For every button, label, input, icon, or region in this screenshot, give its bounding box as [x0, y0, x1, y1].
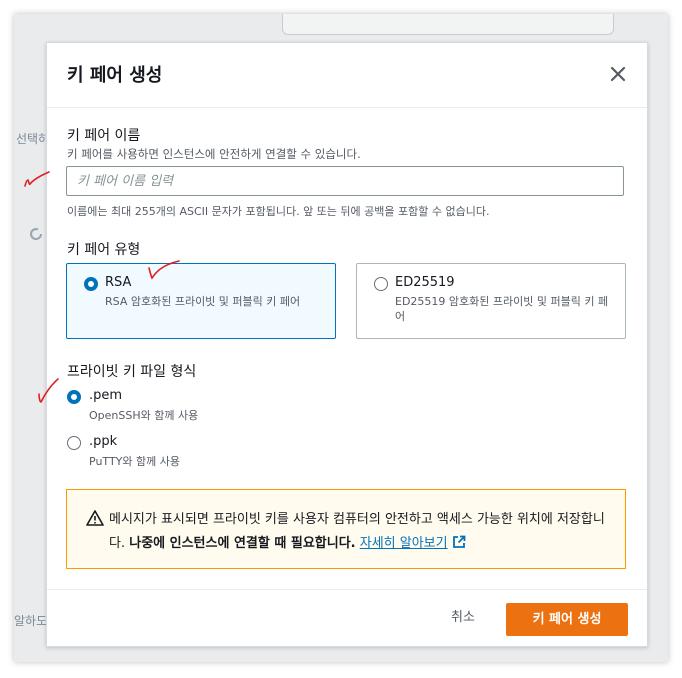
private-key-format-label: 프라이빗 키 파일 형식	[67, 364, 197, 380]
ed25519-option-description: ED25519 암호화된 프라이빗 및 퍼블릭 키 페어	[395, 295, 609, 323]
dialog-footer: 취소 키 페어 생성	[47, 589, 647, 647]
key-pair-name-input[interactable]	[66, 166, 624, 196]
warning-icon	[86, 510, 104, 526]
ppk-radio[interactable]	[67, 436, 81, 450]
key-pair-type-label: 키 페어 유형	[67, 242, 141, 258]
cancel-button[interactable]: 취소	[435, 602, 491, 634]
key-pair-name-description: 키 페어를 사용하면 인스턴스에 안전하게 연결할 수 있습니다.	[67, 147, 361, 161]
dialog-header: 키 페어 생성	[47, 43, 647, 108]
create-key-pair-button[interactable]: 키 페어 생성	[506, 603, 628, 636]
background-text: 선택하	[16, 132, 50, 146]
refresh-icon	[30, 228, 43, 241]
ed25519-radio[interactable]	[374, 277, 388, 291]
rsa-radio[interactable]	[84, 277, 98, 291]
alert-message: 메시지가 표시되면 프라이빗 키를 사용자 컴퓨터의 안전하고 액세스 가능한 …	[109, 508, 609, 556]
warning-alert: 메시지가 표시되면 프라이빗 키를 사용자 컴퓨터의 안전하고 액세스 가능한 …	[66, 489, 626, 569]
close-button[interactable]	[607, 63, 629, 85]
learn-more-link[interactable]: 자세히 알아보기	[360, 536, 448, 551]
background-text: 알하도	[14, 614, 48, 628]
annotation-check-mark	[24, 171, 50, 187]
annotation-check-mark	[148, 260, 180, 280]
ppk-option-description: PuTTY와 함께 사용	[89, 455, 180, 468]
rsa-option-description: RSA 암호화된 프라이빗 및 퍼블릭 키 페어	[105, 295, 301, 308]
create-key-pair-dialog: 키 페어 생성 키 페어 이름 키 페어를 사용하면 인스턴스에 안전하게 연결…	[46, 42, 648, 647]
learn-more-label: 자세히 알아보기	[359, 536, 448, 551]
ed25519-option-title: ED25519	[395, 275, 455, 290]
rsa-option-title: RSA	[105, 275, 132, 290]
pem-radio[interactable]	[67, 390, 81, 404]
key-pair-name-hint: 이름에는 최대 255개의 ASCII 문자가 포함됩니다. 앞 또는 뒤에 공…	[67, 205, 490, 218]
ppk-option-label[interactable]: .ppk	[89, 434, 117, 449]
background-panel	[282, 14, 614, 35]
external-link-icon[interactable]	[452, 535, 466, 549]
dialog-title: 키 페어 생성	[67, 65, 163, 86]
close-icon	[610, 66, 626, 82]
key-pair-name-label: 키 페어 이름	[67, 128, 141, 144]
pem-option-label[interactable]: .pem	[89, 388, 122, 403]
annotation-check-mark	[38, 378, 59, 403]
key-type-option-rsa[interactable]: RSA RSA 암호화된 프라이빗 및 퍼블릭 키 페어	[66, 263, 336, 339]
pem-option-description: OpenSSH와 함께 사용	[89, 409, 199, 422]
alert-bold-text: 나중에 인스턴스에 연결할 때 필요합니다.	[129, 536, 356, 551]
key-type-option-ed25519[interactable]: ED25519 ED25519 암호화된 프라이빗 및 퍼블릭 키 페어	[356, 263, 626, 339]
